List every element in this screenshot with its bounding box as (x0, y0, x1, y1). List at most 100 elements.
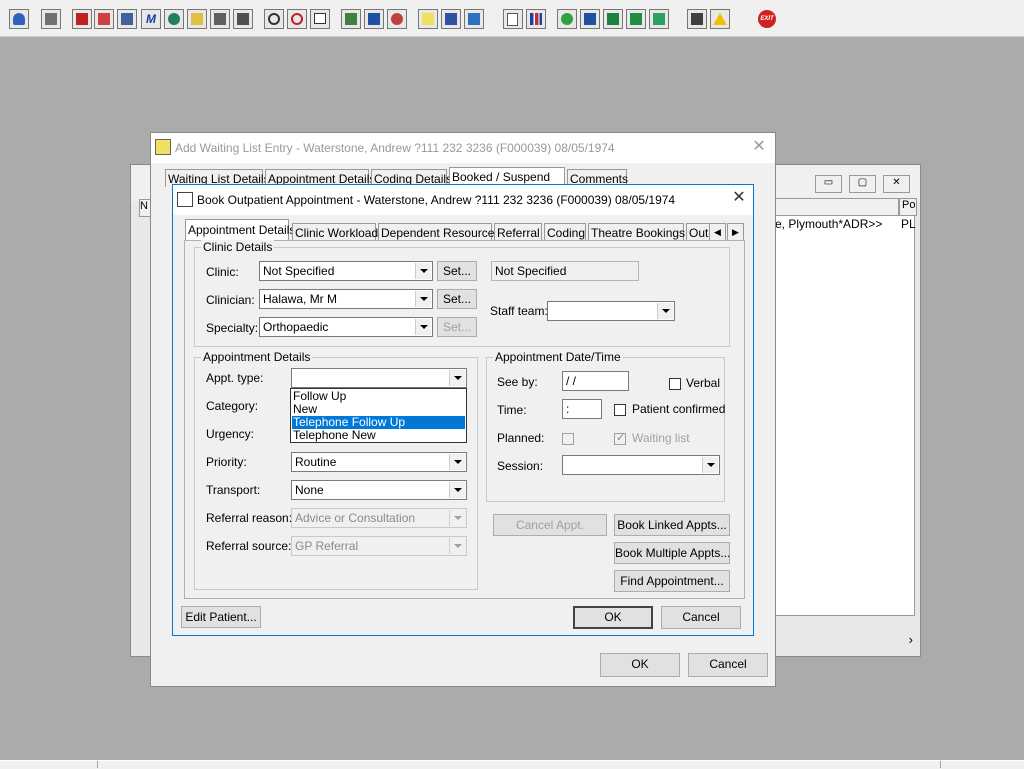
specialty-set-button[interactable]: Set... (437, 317, 477, 337)
staff-team-combo[interactable] (547, 301, 675, 321)
find-appointment-button[interactable]: Find Appointment... (614, 570, 730, 592)
bed-icon[interactable] (233, 9, 253, 29)
booking-ok-button[interactable]: OK (573, 606, 653, 629)
patient-icon[interactable] (9, 9, 29, 29)
close-icon[interactable]: ✕ (751, 139, 767, 155)
priority-label: Priority: (206, 455, 247, 469)
print-icon[interactable] (41, 9, 61, 29)
books-icon[interactable] (72, 9, 92, 29)
edit-icon[interactable] (94, 9, 114, 29)
clinician-set-button[interactable]: Set... (437, 289, 477, 309)
clinic-set-button[interactable]: Set... (437, 261, 477, 281)
specialty-label: Specialty: (206, 321, 259, 335)
verbal-checkbox[interactable] (669, 378, 681, 390)
clinician-label: Clinician: (206, 293, 255, 307)
appt-type-label: Appt. type: (206, 371, 264, 385)
tab-dependent-resources[interactable]: Dependent Resources (378, 223, 500, 241)
clinic-combo[interactable]: Not Specified (259, 261, 433, 281)
monitor-list-icon[interactable] (364, 9, 384, 29)
tab-appointment-details[interactable]: Appointment Details (185, 219, 295, 241)
main-toolbar: M EXIT (0, 0, 1024, 37)
monitor-clock-icon[interactable] (387, 9, 407, 29)
see-by-label: See by: (497, 375, 538, 389)
person-icon[interactable] (164, 9, 184, 29)
clinic-details-group: Clinic Details Clinic: Not Specified Set… (194, 240, 730, 347)
waiting-cancel-button[interactable]: Cancel (688, 653, 768, 677)
list-icon[interactable] (117, 9, 137, 29)
transport-label: Transport: (206, 483, 261, 497)
chevron-down-icon[interactable] (449, 454, 465, 470)
chevron-down-icon[interactable] (415, 263, 431, 279)
book-multiple-appts-button[interactable]: Book Multiple Appts... (614, 542, 730, 564)
chevron-down-icon[interactable] (415, 291, 431, 307)
specialty-combo[interactable]: Orthopaedic (259, 317, 433, 337)
warning-icon[interactable] (710, 9, 730, 29)
time-field[interactable]: : (562, 399, 602, 419)
chevron-down-icon[interactable] (657, 303, 673, 319)
appt-type-combo[interactable] (291, 368, 467, 388)
patient-confirmed-label: Patient confirmed (632, 402, 726, 416)
chevron-down-icon[interactable] (415, 319, 431, 335)
booking-cancel-button[interactable]: Cancel (661, 606, 741, 629)
waiting-list-icon[interactable] (441, 9, 461, 29)
m-icon[interactable]: M (141, 9, 161, 29)
book-linked-appts-button[interactable]: Book Linked Appts... (614, 514, 730, 536)
staff-team-label: Staff team: (490, 304, 548, 318)
chevron-down-icon[interactable] (449, 482, 465, 498)
close-icon[interactable]: ✕ (731, 190, 747, 206)
edit-doc-icon[interactable] (580, 9, 600, 29)
chevron-down-icon[interactable] (449, 370, 465, 386)
referral-reason-combo[interactable]: Advice or Consultation (291, 508, 467, 528)
envelope-icon (177, 192, 193, 207)
download-icon[interactable] (603, 9, 623, 29)
waiting-list-checkbox[interactable] (614, 431, 626, 445)
clock-icon[interactable] (287, 9, 307, 29)
bg-list-row-suffix[interactable]: PL (901, 217, 916, 231)
referral-source-combo[interactable]: GP Referral (291, 536, 467, 556)
transfer-icon[interactable] (626, 9, 646, 29)
patient-confirmed-checkbox[interactable] (614, 404, 626, 416)
note-icon[interactable] (418, 9, 438, 29)
waiting-list-2-icon[interactable] (464, 9, 484, 29)
minimize-icon[interactable]: ▭ (815, 175, 842, 193)
appt-type-dropdown-list[interactable]: Follow Up New Telephone Follow Up Teleph… (290, 388, 467, 443)
sort-icon[interactable] (687, 9, 707, 29)
tab-referral[interactable]: Referral (494, 223, 542, 241)
list-item[interactable]: Follow Up (292, 390, 465, 403)
tab-scroll-left-icon[interactable]: ◀ (709, 223, 726, 241)
tab-clinic-workload[interactable]: Clinic Workload (292, 223, 378, 241)
tab-theatre-bookings[interactable]: Theatre Bookings (588, 223, 685, 241)
col-header-po[interactable]: Po (899, 198, 917, 216)
bg-list-row-address[interactable]: e, Plymouth*ADR>> (775, 217, 882, 231)
document-icon[interactable] (503, 9, 523, 29)
edit-patient-button[interactable]: Edit Patient... (181, 606, 261, 628)
session-combo[interactable] (562, 455, 720, 475)
planned-checkbox[interactable] (562, 433, 574, 445)
list-item[interactable]: Telephone New (292, 429, 465, 442)
notes-icon[interactable] (187, 9, 207, 29)
see-by-field[interactable]: / / (562, 371, 629, 391)
clinician-combo[interactable]: Halawa, Mr M (259, 289, 433, 309)
transport-combo[interactable]: None (291, 480, 467, 500)
priority-combo[interactable]: Routine (291, 452, 467, 472)
search-icon[interactable] (264, 9, 284, 29)
exit-icon[interactable]: EXIT (757, 9, 777, 29)
globe-icon[interactable] (557, 9, 577, 29)
maximize-icon[interactable]: ▢ (849, 175, 876, 193)
chart-icon[interactable] (526, 9, 546, 29)
tab-outcome[interactable]: Out (686, 223, 710, 241)
waiting-dialog-titlebar: Add Waiting List Entry - Waterstone, And… (151, 133, 775, 163)
close-icon[interactable]: ✕ (883, 175, 910, 193)
tab-scroll-right-icon[interactable]: ▶ (727, 223, 744, 241)
ambulance-icon[interactable] (210, 9, 230, 29)
chevron-down-icon[interactable] (702, 457, 718, 473)
tab-coding[interactable]: Coding (544, 223, 586, 241)
monitor-person-icon[interactable] (341, 9, 361, 29)
scroll-right-icon[interactable]: › (775, 632, 913, 648)
waiting-ok-button[interactable]: OK (600, 653, 680, 677)
bg-list-panel[interactable] (775, 198, 915, 616)
clinic-label: Clinic: (206, 265, 239, 279)
monitor-icon[interactable] (310, 9, 330, 29)
swap-icon[interactable] (649, 9, 669, 29)
cancel-appt-button[interactable]: Cancel Appt. (493, 514, 607, 536)
